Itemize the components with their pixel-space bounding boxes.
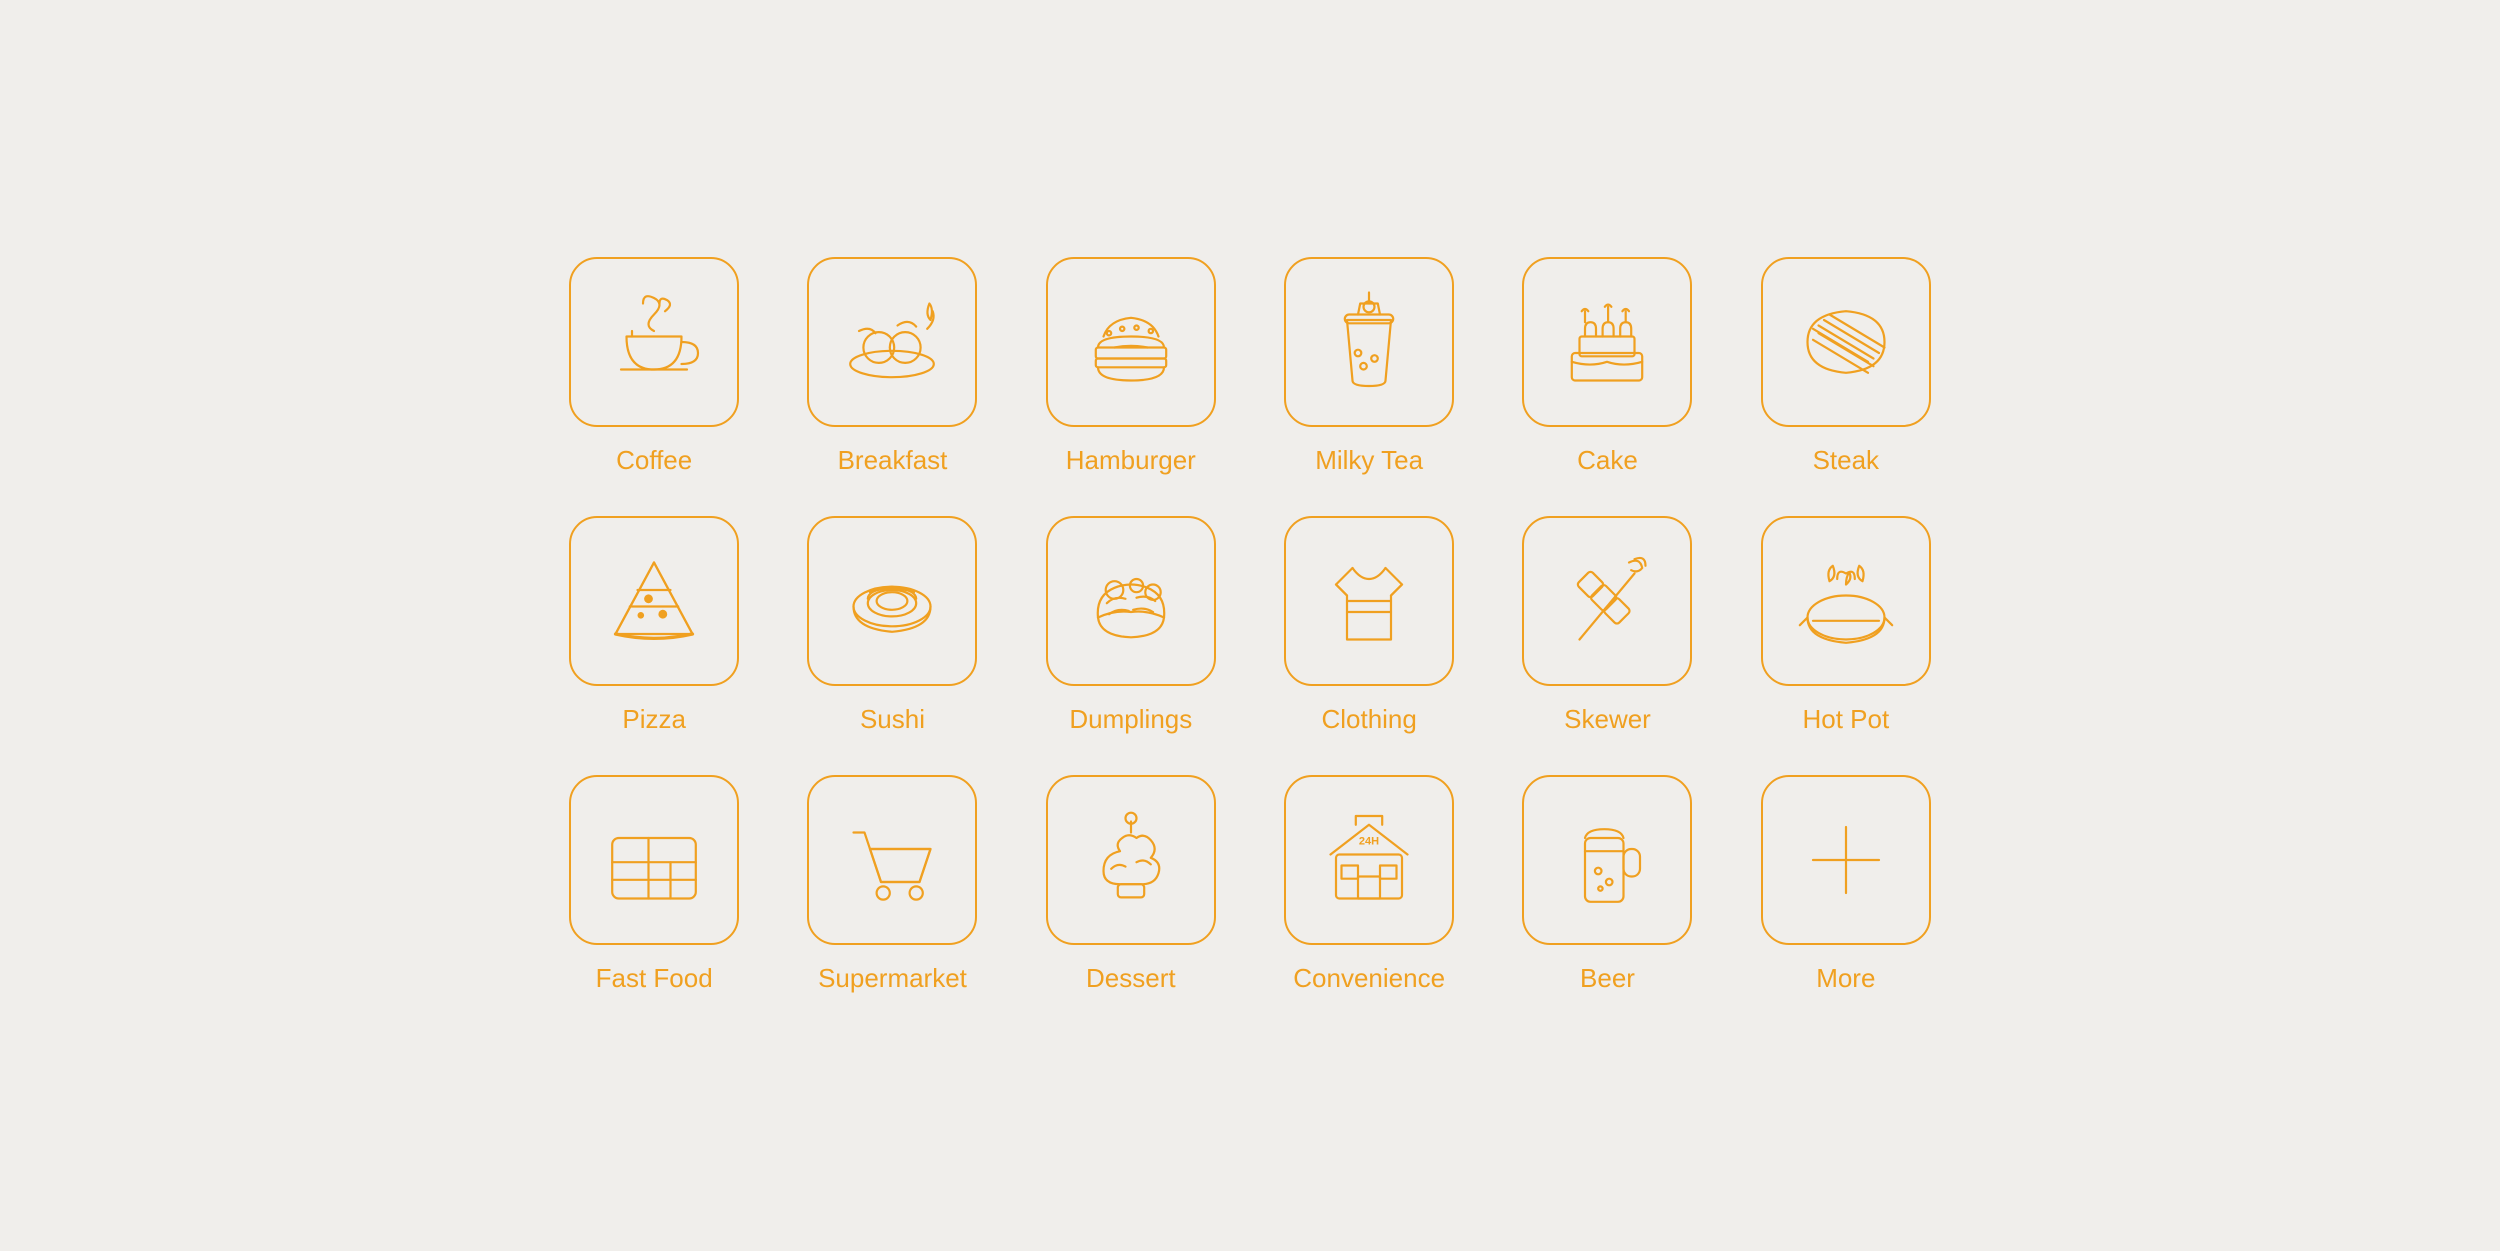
category-item-fast-food[interactable]: Fast Food xyxy=(550,775,758,994)
icon-box-dessert xyxy=(1046,775,1216,945)
icon-box-breakfast xyxy=(807,257,977,427)
category-label-sushi: Sushi xyxy=(860,704,925,735)
category-label-hot-pot: Hot Pot xyxy=(1802,704,1889,735)
icon-box-milky-tea xyxy=(1284,257,1454,427)
category-label-supermarket: Supermarket xyxy=(818,963,967,994)
icon-box-hamburger xyxy=(1046,257,1216,427)
category-item-cake[interactable]: Cake xyxy=(1503,257,1711,476)
category-label-fast-food: Fast Food xyxy=(596,963,713,994)
category-label-cake: Cake xyxy=(1577,445,1638,476)
category-label-steak: Steak xyxy=(1813,445,1880,476)
category-item-dumplings[interactable]: Dumplings xyxy=(1027,516,1235,735)
svg-text:24H: 24H xyxy=(1359,836,1379,848)
category-item-hamburger[interactable]: Hamburger xyxy=(1027,257,1235,476)
category-label-breakfast: Breakfast xyxy=(838,445,948,476)
category-label-skewer: Skewer xyxy=(1564,704,1651,735)
category-item-milky-tea[interactable]: Milky Tea xyxy=(1265,257,1473,476)
icon-box-convenience: 24H xyxy=(1284,775,1454,945)
category-label-more: More xyxy=(1816,963,1875,994)
category-label-hamburger: Hamburger xyxy=(1066,445,1196,476)
category-item-supermarket[interactable]: Supermarket xyxy=(788,775,996,994)
category-label-coffee: Coffee xyxy=(616,445,692,476)
category-item-steak[interactable]: Steak xyxy=(1742,257,1950,476)
category-item-skewer[interactable]: Skewer xyxy=(1503,516,1711,735)
icon-box-sushi xyxy=(807,516,977,686)
icon-box-dumplings xyxy=(1046,516,1216,686)
category-item-convenience[interactable]: 24H Convenience xyxy=(1265,775,1473,994)
category-label-beer: Beer xyxy=(1580,963,1635,994)
category-label-dessert: Dessert xyxy=(1086,963,1176,994)
category-label-pizza: Pizza xyxy=(622,704,686,735)
category-label-clothing: Clothing xyxy=(1321,704,1416,735)
category-item-dessert[interactable]: Dessert xyxy=(1027,775,1235,994)
icon-box-more xyxy=(1761,775,1931,945)
category-grid: Coffee Breakfast Hamburger Milky Tea xyxy=(550,257,1950,994)
category-item-beer[interactable]: Beer xyxy=(1503,775,1711,994)
icon-box-cake xyxy=(1522,257,1692,427)
icon-box-coffee xyxy=(569,257,739,427)
icon-box-supermarket xyxy=(807,775,977,945)
category-label-milky-tea: Milky Tea xyxy=(1315,445,1423,476)
category-label-dumplings: Dumplings xyxy=(1069,704,1192,735)
category-item-hot-pot[interactable]: Hot Pot xyxy=(1742,516,1950,735)
category-item-sushi[interactable]: Sushi xyxy=(788,516,996,735)
category-item-more[interactable]: More xyxy=(1742,775,1950,994)
icon-box-pizza xyxy=(569,516,739,686)
category-item-coffee[interactable]: Coffee xyxy=(550,257,758,476)
category-item-breakfast[interactable]: Breakfast xyxy=(788,257,996,476)
icon-box-skewer xyxy=(1522,516,1692,686)
icon-box-hot-pot xyxy=(1761,516,1931,686)
icon-box-beer xyxy=(1522,775,1692,945)
icon-box-steak xyxy=(1761,257,1931,427)
category-item-clothing[interactable]: Clothing xyxy=(1265,516,1473,735)
category-label-convenience: Convenience xyxy=(1293,963,1445,994)
icon-box-clothing xyxy=(1284,516,1454,686)
icon-box-fast-food xyxy=(569,775,739,945)
category-item-pizza[interactable]: Pizza xyxy=(550,516,758,735)
